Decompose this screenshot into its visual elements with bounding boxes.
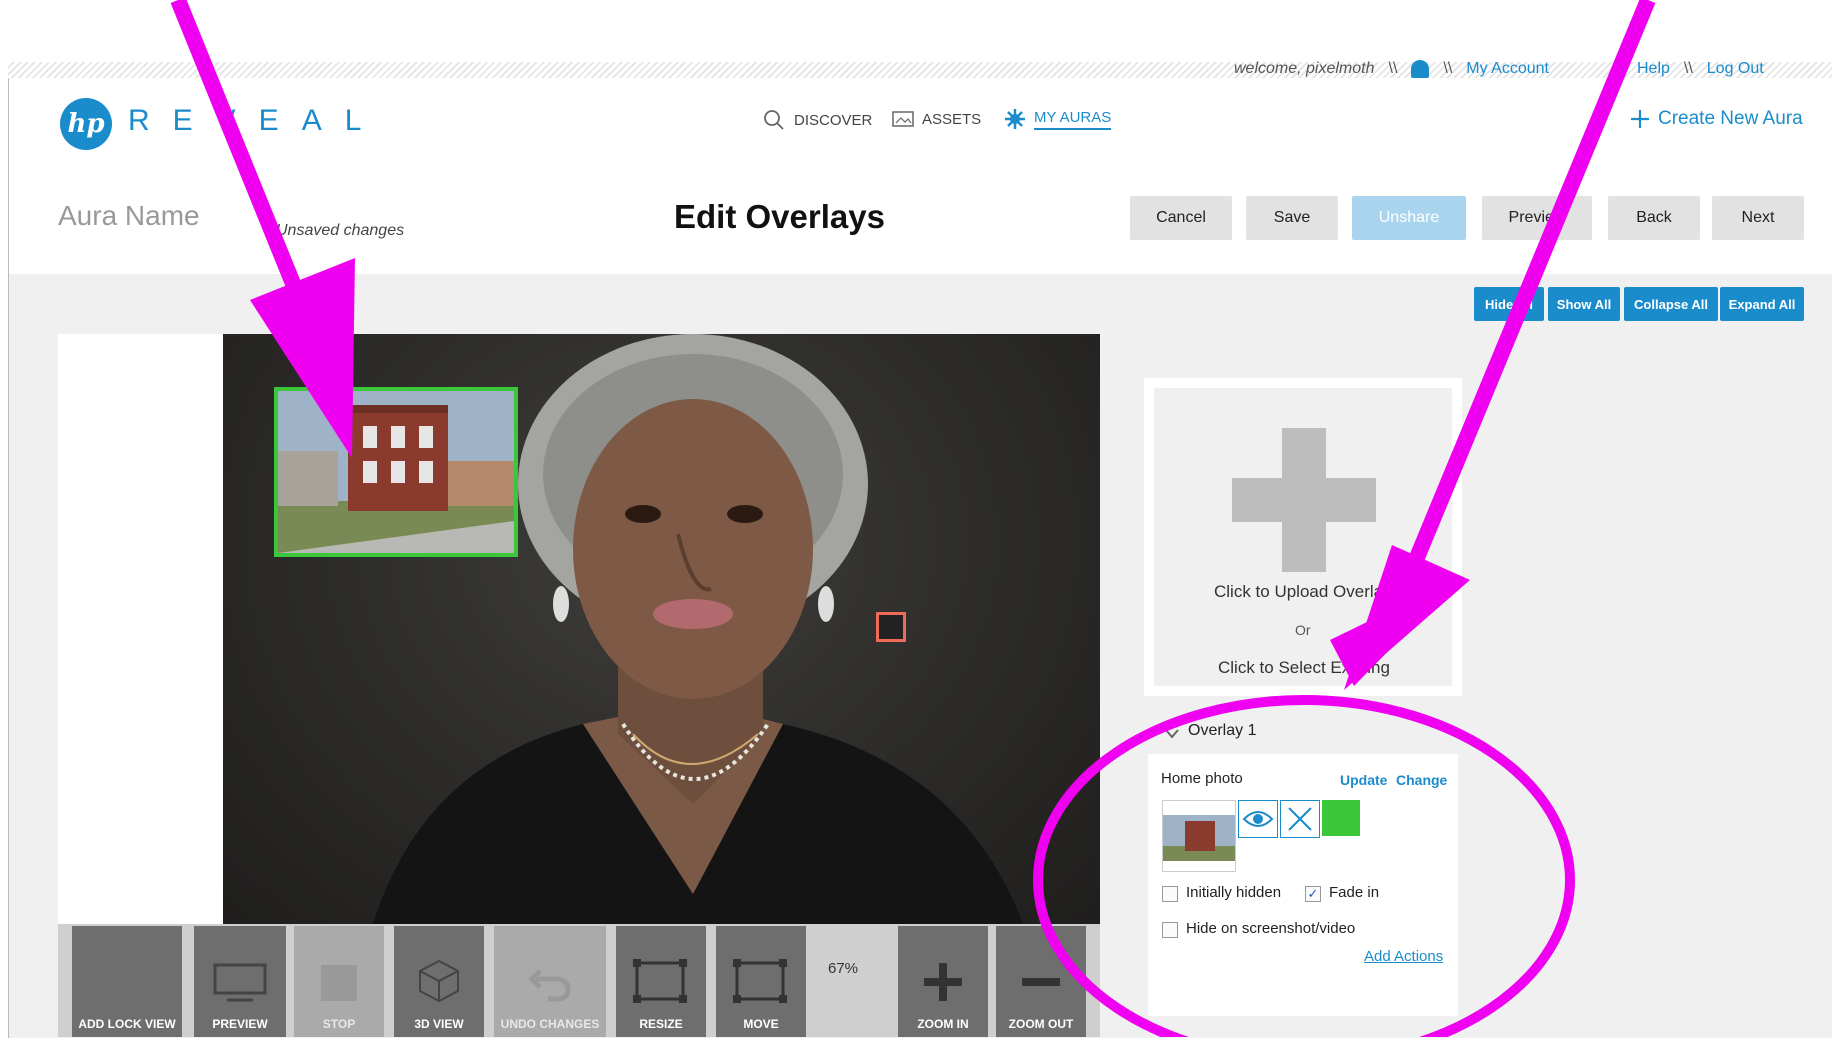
annotation-layer [170,0,1656,1037]
arrow-to-panel-annotation [1330,0,1656,690]
arrow-to-overlay-annotation [170,0,355,458]
highlight-circle-annotation [1033,695,1575,1037]
